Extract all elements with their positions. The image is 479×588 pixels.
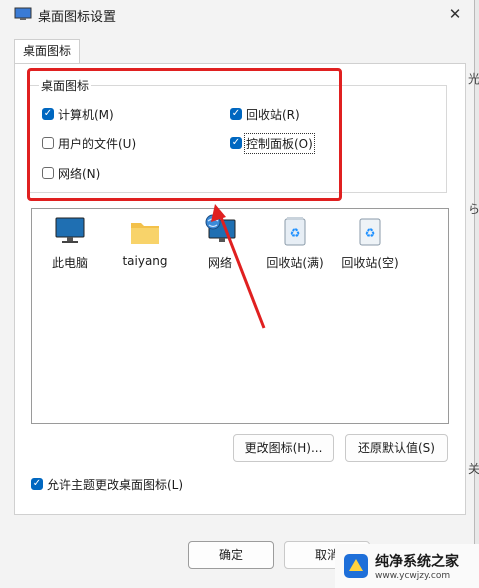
close-button[interactable]: ✕ [441, 2, 469, 26]
svg-text:♻: ♻ [365, 226, 376, 240]
network-icon [205, 214, 236, 242]
desktop-icon-settings-dialog: 桌面图标设置 ✕ 桌面图标 桌面图标 ✓ 计算机(M) ✓ 回收站(R) 用户的… [0, 0, 475, 588]
allow-themes-checkbox[interactable]: ✓ 允许主题更改桌面图标(L) [31, 475, 183, 493]
icon-label: taiyang [122, 254, 168, 268]
site-watermark: 纯净系统之家 www.ycwjzy.com [335, 544, 479, 588]
icon-label: 回收站(满) [266, 256, 324, 270]
restore-default-button[interactable]: 还原默认值(S) [345, 434, 448, 462]
title-bar: 桌面图标设置 ✕ [0, 0, 475, 30]
background-text: ら [468, 202, 479, 216]
folder-icon [131, 223, 159, 244]
ok-button[interactable]: 确定 [188, 541, 274, 569]
icon-item-this-pc[interactable]: 此电脑 [33, 214, 107, 271]
checkmark-icon: ✓ [31, 478, 43, 490]
svg-text:♻: ♻ [290, 226, 301, 240]
background-text: 关 [468, 462, 479, 476]
allow-themes-label: 允许主题更改桌面图标(L) [47, 477, 184, 492]
recycle-bin-full-icon: ♻ [284, 217, 306, 246]
background-window-edge [475, 0, 479, 588]
icon-label: 回收站(空) [341, 256, 399, 270]
icon-item-recycle-bin-empty[interactable]: ♻ 回收站(空) [333, 214, 407, 271]
icon-item-network[interactable]: 网络 [183, 214, 257, 271]
change-icon-button[interactable]: 更改图标(H)... [233, 434, 334, 462]
monitor-icon [55, 217, 85, 243]
icon-item-user-folder[interactable]: taiyang [108, 214, 182, 268]
annotation-highlight-box [27, 68, 342, 201]
window-title: 桌面图标设置 [38, 10, 117, 25]
monitor-icon [14, 7, 32, 20]
icon-label: 网络 [207, 256, 232, 270]
watermark-logo-icon [344, 554, 368, 578]
background-text: 光 [468, 72, 479, 86]
watermark-url: www.ycwjzy.com [375, 571, 451, 581]
icon-label: 此电脑 [51, 256, 88, 270]
tab-desktop-icons[interactable]: 桌面图标 [14, 39, 80, 63]
watermark-title: 纯净系统之家 [375, 554, 459, 570]
recycle-bin-empty-icon: ♻ [359, 218, 381, 246]
icon-item-recycle-bin-full[interactable]: ♻ 回收站(满) [258, 214, 332, 271]
